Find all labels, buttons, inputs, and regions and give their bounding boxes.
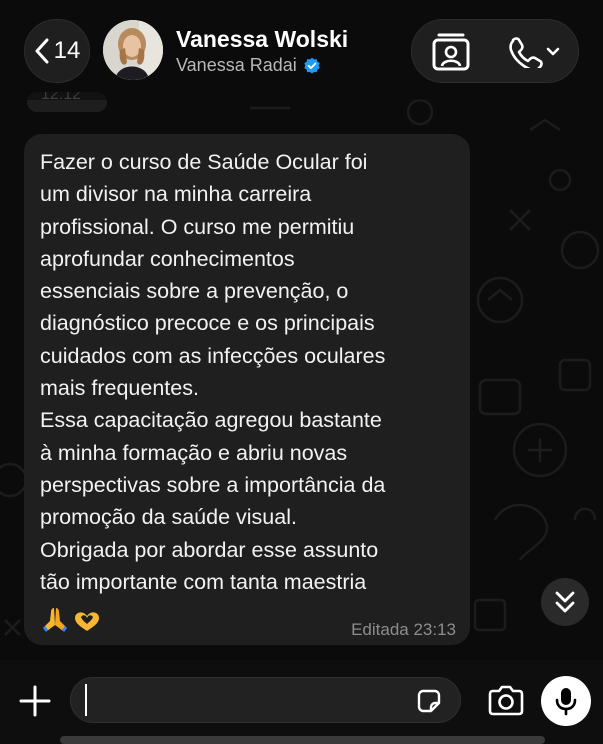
- plus-icon[interactable]: [18, 684, 52, 718]
- microphone-button[interactable]: [541, 676, 591, 726]
- camera-icon[interactable]: [487, 685, 525, 717]
- sticker-icon[interactable]: [415, 687, 443, 715]
- message-text: Fazer o curso de Saúde Ocular foi um div…: [40, 150, 386, 594]
- contact-card-icon[interactable]: [431, 33, 471, 71]
- contact-name[interactable]: Vanessa Wolski: [176, 26, 348, 53]
- heart-hands-emoji: [75, 612, 99, 631]
- home-indicator: [60, 736, 545, 744]
- microphone-icon: [555, 688, 577, 716]
- double-chevron-down-icon: [555, 591, 575, 613]
- contact-subtitle: Vanessa Radai: [176, 55, 321, 76]
- composer-bar: [0, 660, 603, 744]
- phone-icon[interactable]: [508, 36, 562, 68]
- message-timestamp: Editada 23:13: [351, 620, 456, 639]
- unread-count: 14: [53, 37, 81, 64]
- verified-badge-icon: [304, 57, 320, 74]
- chevron-down-icon: [546, 47, 560, 56]
- message-input-container[interactable]: [70, 677, 461, 723]
- message-emojis: [40, 604, 102, 634]
- chat-header: 14 Vanessa Wolski Vanessa Radai: [0, 0, 603, 100]
- message-input[interactable]: [85, 686, 409, 716]
- contact-subtitle-text: Vanessa Radai: [176, 55, 297, 75]
- avatar[interactable]: [103, 20, 163, 80]
- scroll-to-bottom-button[interactable]: [541, 578, 589, 626]
- call-actions: [411, 19, 579, 83]
- chevron-left-icon: [35, 38, 49, 64]
- message-bubble[interactable]: Fazer o curso de Saúde Ocular foi um div…: [24, 134, 470, 645]
- back-button[interactable]: 14: [24, 19, 90, 83]
- folded-hands-emoji: [42, 608, 68, 632]
